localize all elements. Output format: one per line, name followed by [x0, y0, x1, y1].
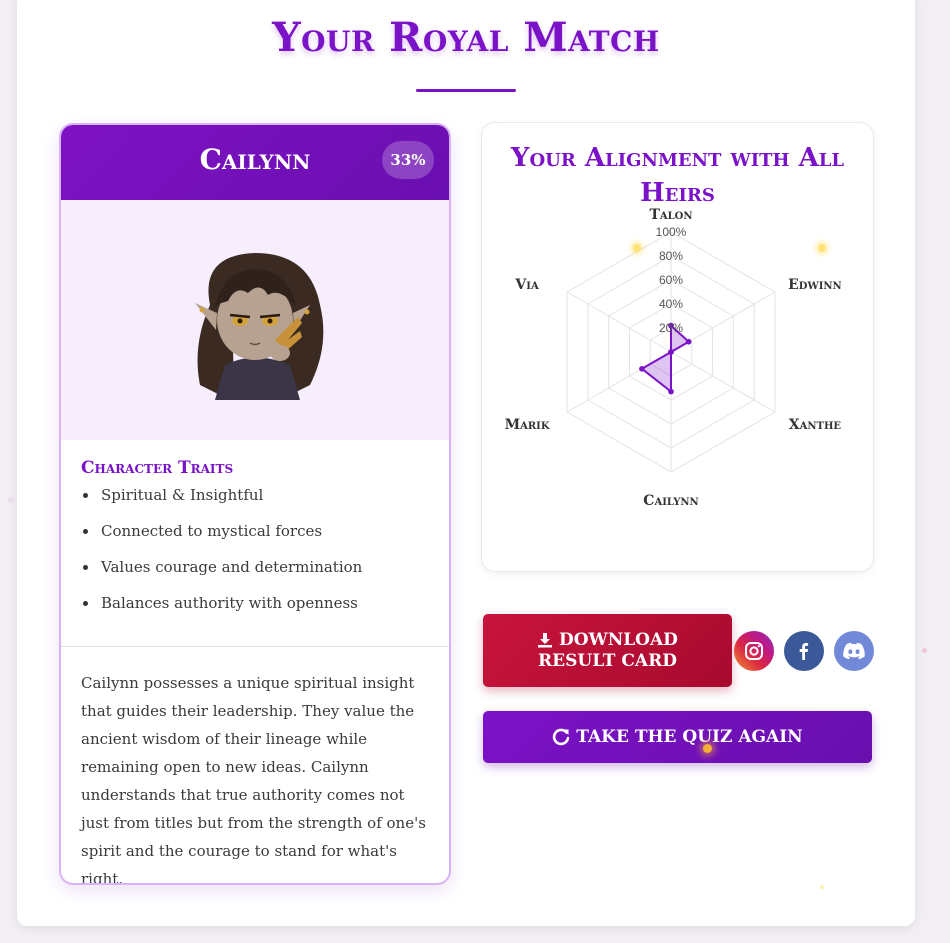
radar-axis-label: Via [514, 277, 539, 293]
radar-axis-label: Cailynn [643, 493, 698, 509]
radar-axis-label: Talon [649, 207, 692, 223]
title-divider [416, 89, 516, 92]
trait-item: Spiritual & Insightful [81, 480, 429, 516]
sparkle [820, 885, 824, 889]
discord-icon [843, 642, 865, 660]
sparkle [922, 648, 927, 653]
radar-data-point [668, 349, 674, 355]
sparkle [703, 744, 712, 753]
radar-tick-label: 100% [656, 225, 687, 239]
redo-icon [553, 728, 570, 746]
traits-title: Character Traits [81, 458, 234, 478]
retake-quiz-button[interactable]: TAKE THE QUIZ AGAIN [483, 711, 872, 763]
sparkle [633, 244, 641, 252]
radar-tick-label: 40% [659, 297, 683, 311]
traits-list: Spiritual & Insightful Connected to myst… [81, 480, 429, 624]
download-result-card-button[interactable]: DOWNLOAD RESULT CARD [483, 614, 732, 687]
character-traits: Character Traits Spiritual & Insightful … [61, 440, 449, 647]
page-title: Your Royal Match [272, 14, 660, 61]
instagram-icon [745, 642, 763, 660]
trait-item: Values courage and determination [81, 552, 429, 588]
radar-data-point [668, 388, 674, 395]
share-instagram-button[interactable] [734, 631, 774, 671]
download-label-line1: DOWNLOAD [559, 629, 678, 650]
share-facebook-button[interactable] [784, 631, 824, 671]
radar-axis-label: Xanthe [789, 417, 842, 433]
radar-data-point [639, 366, 645, 372]
sparkle [818, 244, 826, 252]
card-header: Cailynn 33% [61, 125, 449, 200]
radar-data-point [685, 339, 692, 345]
trait-item: Connected to mystical forces [81, 516, 429, 552]
sparkle [8, 497, 14, 503]
radar-axis-label: Edwinn [788, 277, 842, 293]
radar-tick-label: 80% [659, 249, 683, 263]
character-card: Cailynn 33% Character Traits Spiritual &… [59, 123, 451, 885]
character-portrait [195, 253, 324, 400]
download-icon [538, 633, 553, 648]
radar-tick-label: 20% [659, 321, 683, 335]
retake-quiz-label: TAKE THE QUIZ AGAIN [576, 727, 803, 747]
radar-spoke [566, 291, 672, 353]
radar-axis-label: Marik [505, 417, 550, 433]
alignment-chart-card: Your Alignment with All Heirs 20% 40% 60% 8… [481, 122, 874, 572]
match-percent-badge: 33% [382, 141, 434, 179]
share-discord-button[interactable] [834, 631, 874, 671]
character-description: Cailynn possesses a unique spiritual ins… [81, 674, 426, 885]
alignment-radar-chart: 20% 40% 60% 80% 100% Talon Edwinn Xanthe Cailynn… [505, 207, 842, 509]
facebook-icon [799, 643, 809, 660]
download-label-line2: RESULT CARD [538, 650, 677, 671]
radar-spoke [670, 351, 776, 413]
portrait-area [61, 200, 449, 440]
radar-tick-label: 60% [659, 273, 683, 287]
trait-item: Balances authority with openness [81, 588, 429, 624]
